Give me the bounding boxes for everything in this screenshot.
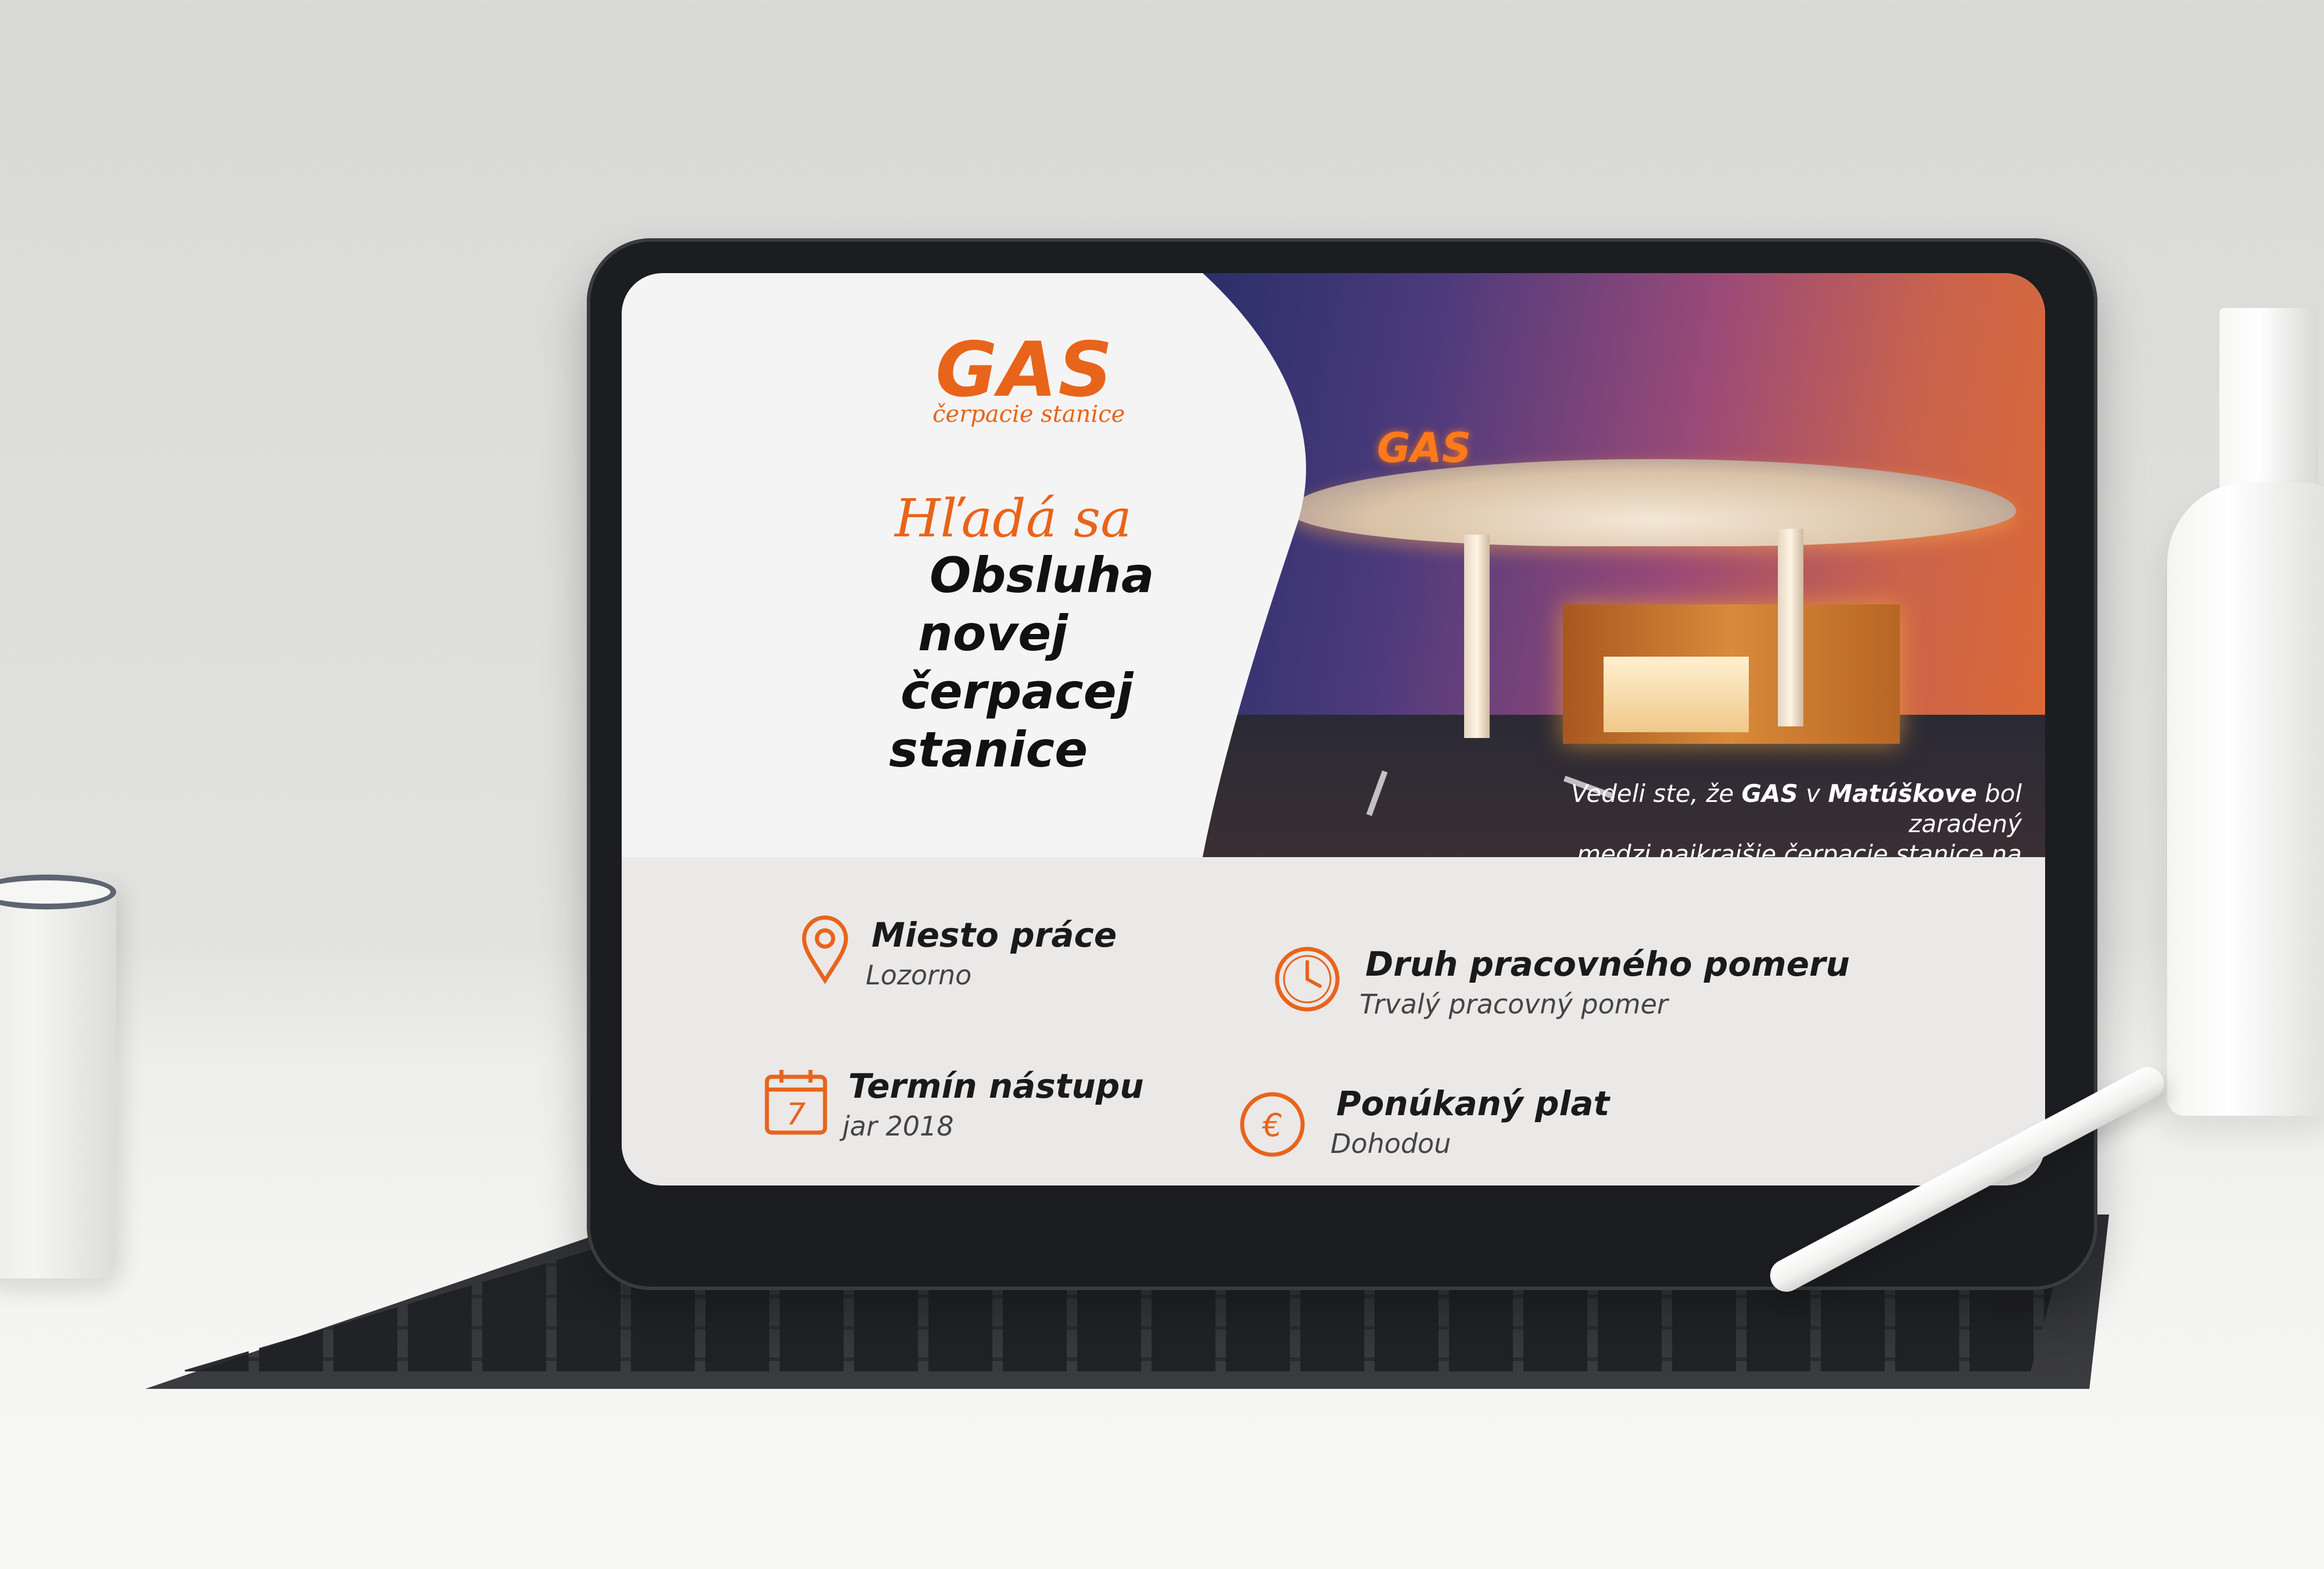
detail-value: Lozorno — [866, 959, 972, 991]
euro-icon-label: € — [1261, 1107, 1282, 1144]
fact-prefix: Vedeli ste, že — [1571, 779, 1734, 808]
headline-line: stanice — [889, 721, 1088, 778]
detail-value: jar 2018 — [842, 1111, 954, 1142]
location-pin-icon — [802, 915, 848, 984]
detail-value: Dohodou — [1330, 1128, 1451, 1159]
headline-kicker: Hľadá sa — [895, 488, 1132, 549]
hero-photo: GAS Vedeli ste, že GAS v Matúškove bol z… — [1203, 273, 2045, 857]
detail-title: Termín nástupu — [848, 1066, 1144, 1106]
station-sign: GAS — [1377, 424, 1472, 472]
fact-mid: v — [1806, 779, 1820, 808]
brand-tagline: čerpacie stanice — [933, 401, 1125, 428]
headline-line: čerpacej — [901, 663, 1134, 720]
calendar-icon: 7 — [765, 1070, 827, 1135]
fact-brand: GAS — [1741, 779, 1798, 808]
station-canopy — [1290, 459, 2016, 546]
calendar-icon-label: 7 — [786, 1097, 805, 1132]
fact-place: Matúškove — [1828, 779, 1977, 808]
headline-line: Obsluha — [930, 547, 1154, 604]
headline: Obsluha novej čerpacej stanice — [842, 546, 1154, 779]
clock-icon — [1275, 947, 1340, 1012]
mug — [0, 877, 116, 1278]
detail-title: Ponúkaný plat — [1336, 1084, 1610, 1123]
detail-title: Druh pracovného pomeru — [1365, 944, 1850, 984]
detail-value: Trvalý pracovný pomer — [1360, 988, 1668, 1020]
kiosk-window — [1604, 657, 1749, 732]
canopy-pillar — [1464, 535, 1490, 738]
detail-title: Miesto práce — [871, 915, 1117, 955]
vase-neck — [2219, 308, 2318, 506]
euro-icon: € — [1240, 1092, 1305, 1157]
vase — [2167, 482, 2324, 1116]
headline-line: novej — [918, 605, 1068, 662]
job-details: Miesto práce Lozorno Druh pracovného pom… — [622, 857, 2045, 1185]
tablet-screen: GAS Vedeli ste, že GAS v Matúškove bol z… — [622, 273, 2045, 1185]
canopy-pillar — [1778, 529, 1803, 726]
